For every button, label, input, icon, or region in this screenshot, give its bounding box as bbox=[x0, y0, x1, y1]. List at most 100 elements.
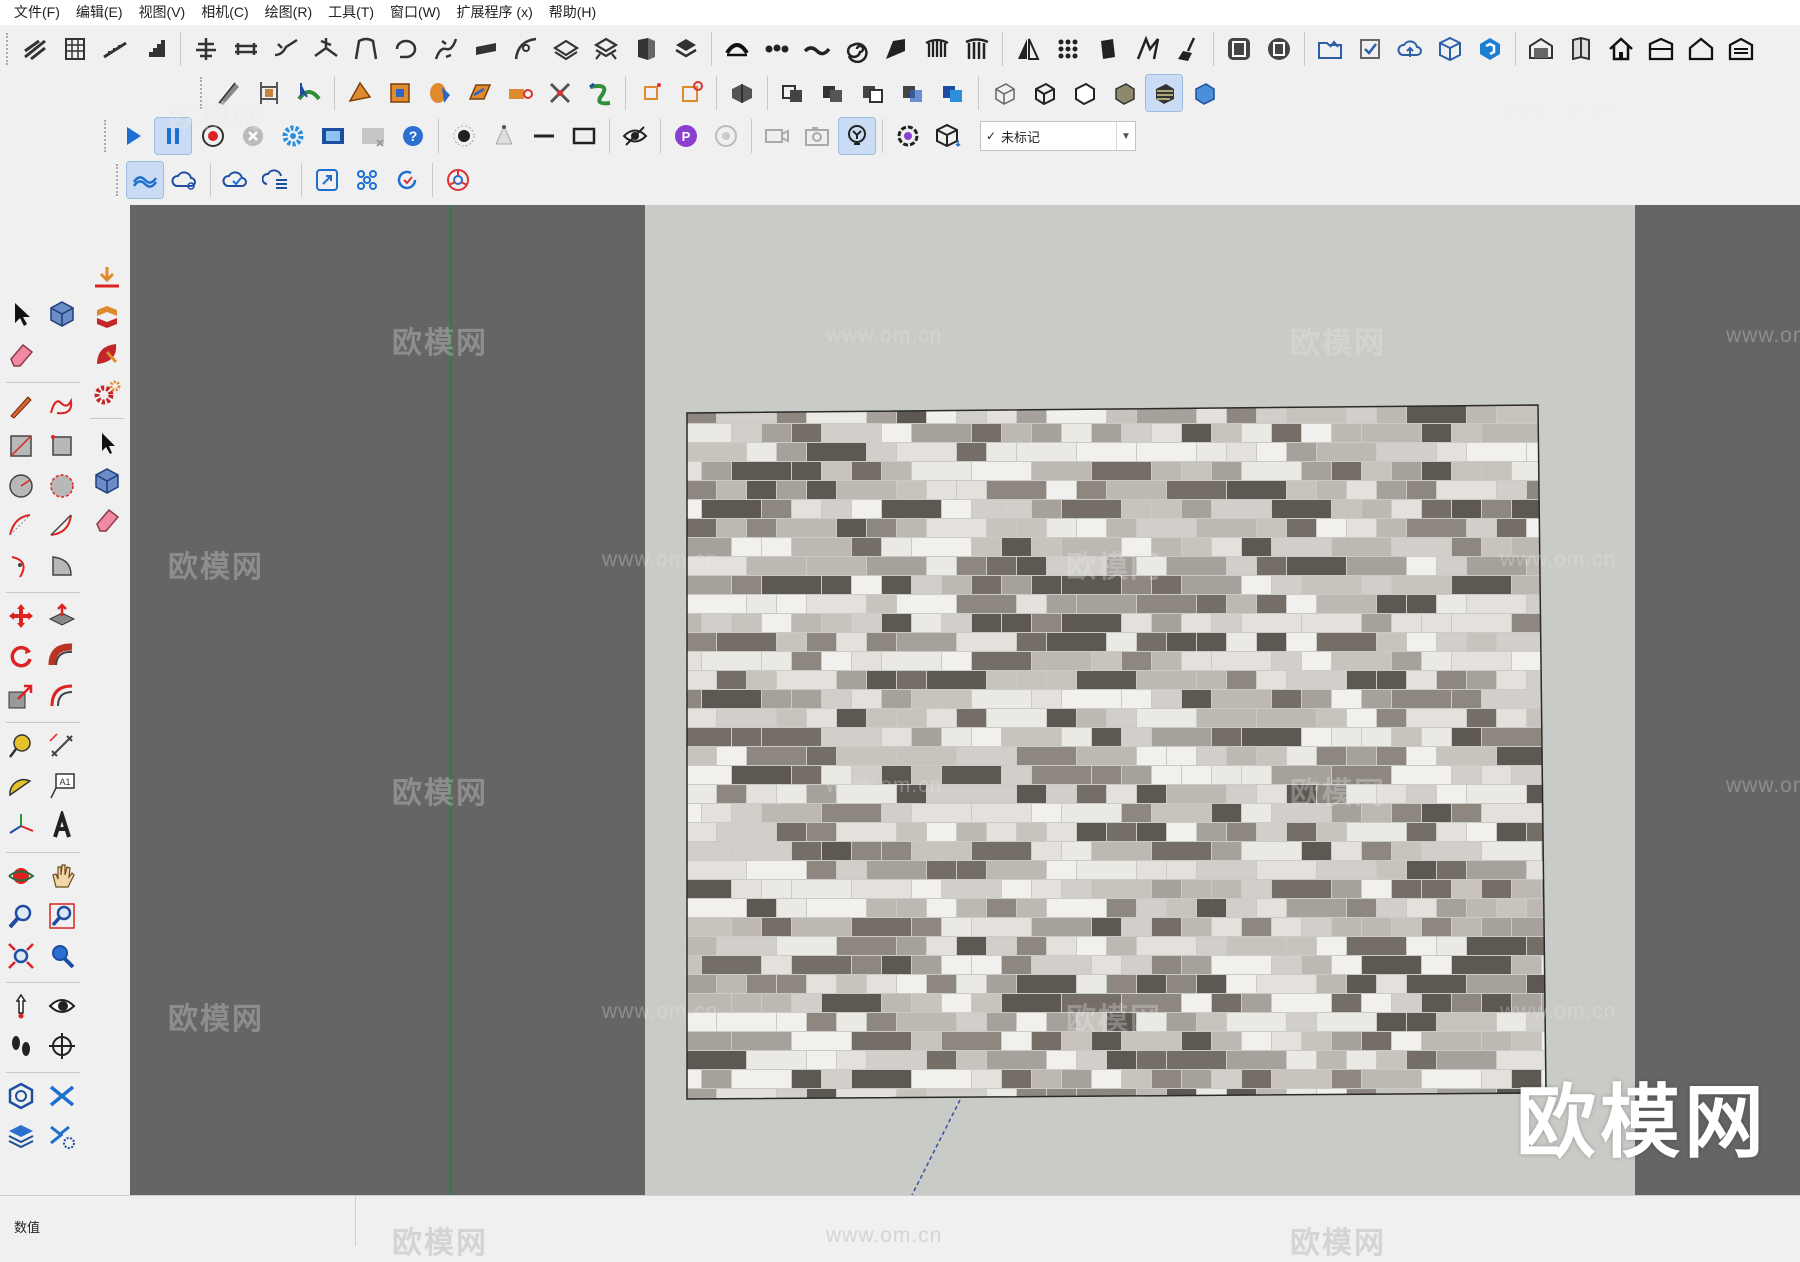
menu-file[interactable]: 文件(F) bbox=[6, 0, 68, 25]
browser-icon[interactable] bbox=[440, 162, 476, 198]
house-icon[interactable] bbox=[1603, 31, 1639, 67]
component-small-icon[interactable] bbox=[88, 462, 126, 500]
axes-icon[interactable] bbox=[3, 808, 39, 844]
wave-icon[interactable] bbox=[799, 31, 835, 67]
grid-icon[interactable] bbox=[57, 31, 93, 67]
play-icon[interactable] bbox=[115, 118, 151, 154]
solid-split-icon[interactable] bbox=[935, 75, 971, 111]
chevron-arrows-icon[interactable] bbox=[88, 298, 126, 336]
eraser-small-icon[interactable] bbox=[88, 500, 126, 538]
chamfer-icon[interactable] bbox=[879, 31, 915, 67]
gears-plugin-icon[interactable] bbox=[88, 374, 126, 412]
small-frame-icon[interactable] bbox=[633, 75, 669, 111]
solid-union-icon[interactable] bbox=[815, 75, 851, 111]
text-tag-icon[interactable]: A1 bbox=[44, 768, 80, 804]
brush-icon[interactable] bbox=[1170, 31, 1206, 67]
components-dots-icon[interactable] bbox=[349, 162, 385, 198]
record-icon[interactable] bbox=[195, 118, 231, 154]
menu-view[interactable]: 视图(V) bbox=[131, 0, 194, 25]
chain-icon[interactable] bbox=[759, 31, 795, 67]
plugin-b-icon[interactable] bbox=[1261, 31, 1297, 67]
fold-icon[interactable] bbox=[1130, 31, 1166, 67]
stair-icon[interactable] bbox=[97, 31, 133, 67]
spot-light-icon[interactable] bbox=[486, 118, 522, 154]
panel-icon[interactable] bbox=[1090, 31, 1126, 67]
explode-layers-icon[interactable] bbox=[588, 31, 624, 67]
menu-edit[interactable]: 编辑(E) bbox=[68, 0, 131, 25]
layers-diamond-icon[interactable] bbox=[548, 31, 584, 67]
menu-draw[interactable]: 绘图(R) bbox=[257, 0, 320, 25]
section-plane-icon[interactable] bbox=[44, 1028, 80, 1064]
curve-edge-icon[interactable] bbox=[268, 31, 304, 67]
dimension-frame-icon[interactable] bbox=[251, 75, 287, 111]
pencil-line-icon[interactable] bbox=[3, 388, 39, 424]
orange-box-icon[interactable] bbox=[382, 75, 418, 111]
orbit-icon[interactable] bbox=[3, 858, 39, 894]
polygon-icon[interactable] bbox=[44, 468, 80, 504]
menu-extensions[interactable]: 扩展程序 (x) bbox=[449, 0, 541, 25]
film-disabled-icon[interactable] bbox=[355, 118, 391, 154]
columns-icon[interactable] bbox=[959, 31, 995, 67]
cloud-check-icon[interactable] bbox=[218, 162, 254, 198]
film-icon[interactable] bbox=[315, 118, 351, 154]
toolbar-grip[interactable] bbox=[6, 33, 11, 65]
plugin-a-icon[interactable] bbox=[1221, 31, 1257, 67]
scale-icon[interactable] bbox=[3, 678, 39, 714]
look-around-icon[interactable] bbox=[44, 988, 80, 1024]
previous-view-icon[interactable] bbox=[44, 938, 80, 974]
cloud-list-icon[interactable] bbox=[258, 162, 294, 198]
layer-stack-icon[interactable] bbox=[668, 31, 704, 67]
cloud-upload-icon[interactable] bbox=[1392, 31, 1428, 67]
arc-icon[interactable] bbox=[3, 508, 39, 544]
solid-outer-shell-icon[interactable] bbox=[724, 75, 760, 111]
point-light-icon[interactable] bbox=[446, 118, 482, 154]
tag-dropdown[interactable]: ✓ 未标记 ▼ bbox=[980, 121, 1136, 151]
position-camera-icon[interactable] bbox=[3, 988, 39, 1024]
rect-light-icon[interactable] bbox=[566, 118, 602, 154]
push-pull-icon[interactable] bbox=[44, 598, 80, 634]
protractor-icon[interactable] bbox=[3, 768, 39, 804]
plank-icon[interactable] bbox=[468, 31, 504, 67]
measurements-input[interactable] bbox=[150, 1200, 354, 1236]
pan-hand-icon[interactable] bbox=[44, 858, 80, 894]
leaf-plugin-icon[interactable] bbox=[88, 336, 126, 374]
split-edge-icon[interactable] bbox=[308, 31, 344, 67]
settings-gear-icon[interactable] bbox=[275, 118, 311, 154]
photo-camera-icon[interactable] bbox=[799, 118, 835, 154]
render-plugin-icon[interactable]: P bbox=[668, 118, 704, 154]
door-panel-icon[interactable] bbox=[628, 31, 664, 67]
merge-icon[interactable] bbox=[44, 1078, 80, 1114]
merge-settings-icon[interactable] bbox=[44, 1118, 80, 1154]
dimension-icon[interactable] bbox=[44, 728, 80, 764]
style-wireframe-icon[interactable] bbox=[1026, 75, 1062, 111]
orange-sheet-icon[interactable] bbox=[462, 75, 498, 111]
chevron-down-icon[interactable]: ▼ bbox=[1116, 122, 1135, 150]
import-down-icon[interactable] bbox=[88, 260, 126, 298]
style-xray-icon[interactable] bbox=[986, 75, 1022, 111]
book-icon[interactable] bbox=[1563, 31, 1599, 67]
array-dots-icon[interactable] bbox=[1050, 31, 1086, 67]
offset-line-icon[interactable] bbox=[228, 31, 264, 67]
3d-text-icon[interactable] bbox=[44, 808, 80, 844]
cloud-share-icon[interactable] bbox=[167, 162, 203, 198]
eraser-icon[interactable] bbox=[3, 336, 39, 372]
zoom-extents-icon[interactable] bbox=[3, 938, 39, 974]
line-light-icon[interactable] bbox=[526, 118, 562, 154]
walk-footprints-icon[interactable] bbox=[3, 1028, 39, 1064]
rotate-icon[interactable] bbox=[3, 638, 39, 674]
style-textured-icon[interactable] bbox=[1145, 74, 1183, 112]
menu-help[interactable]: 帮助(H) bbox=[541, 0, 604, 25]
pie-icon[interactable] bbox=[44, 548, 80, 584]
steps-icon[interactable] bbox=[137, 31, 173, 67]
two-point-arc-icon[interactable] bbox=[44, 508, 80, 544]
outliner-icon[interactable] bbox=[3, 1078, 39, 1114]
pause-icon[interactable] bbox=[154, 117, 192, 155]
loop-icon[interactable] bbox=[388, 31, 424, 67]
spiral-edge-icon[interactable] bbox=[428, 31, 464, 67]
style-monochrome-icon[interactable] bbox=[1186, 75, 1222, 111]
rectangle-icon[interactable] bbox=[3, 428, 39, 464]
stop-icon[interactable] bbox=[235, 118, 271, 154]
select-arrow-icon[interactable] bbox=[3, 296, 39, 332]
circle-icon[interactable] bbox=[3, 468, 39, 504]
align-icon[interactable] bbox=[188, 31, 224, 67]
